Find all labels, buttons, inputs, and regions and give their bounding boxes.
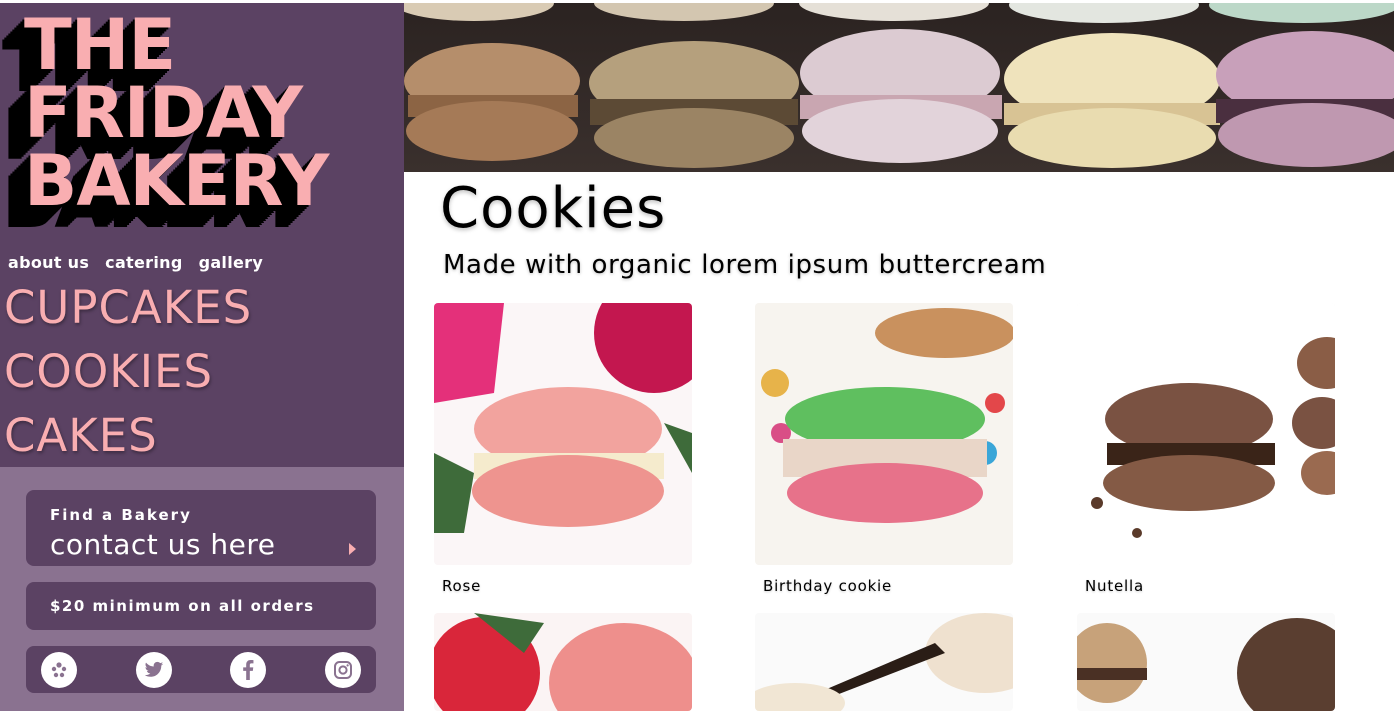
primary-nav: CUPCAKES COOKIES CAKES [4, 276, 252, 468]
nav-link-about-us[interactable]: about us [8, 253, 89, 272]
nav-link-cakes[interactable]: CAKES [4, 404, 252, 468]
social-links [26, 646, 376, 693]
product-image-birthday-cookie[interactable] [755, 303, 1013, 565]
product-name-rose[interactable]: Rose [442, 577, 481, 595]
product-name-nutella[interactable]: Nutella [1085, 577, 1144, 595]
logo-line-1: THE [24, 4, 176, 86]
product-card-nutella[interactable]: Nutella [1077, 303, 1335, 603]
product-image-rose[interactable] [434, 303, 692, 565]
nav-link-catering[interactable]: catering [105, 253, 182, 272]
logo-line-2: FRIDAY [24, 72, 303, 154]
product-card-chocolate[interactable] [1077, 613, 1335, 711]
instagram-icon[interactable] [325, 652, 361, 688]
nav-link-cupcakes[interactable]: CUPCAKES [4, 276, 252, 340]
arrow-right-icon [349, 543, 356, 555]
product-name-birthday-cookie[interactable]: Birthday cookie [763, 577, 892, 595]
product-card-birthday-cookie[interactable]: Birthday cookie [755, 303, 1013, 603]
nav-link-cookies[interactable]: COOKIES [4, 340, 252, 404]
twitter-icon[interactable] [136, 652, 172, 688]
page-subtitle: Made with organic lorem ipsum buttercrea… [443, 250, 1047, 280]
bakery-logo[interactable]: THE FRIDAY BAKERY [0, 4, 340, 254]
minimum-order-notice: $20 minimum on all orders [26, 582, 376, 630]
nav-link-gallery[interactable]: gallery [199, 253, 264, 272]
find-bakery-label: Find a Bakery [50, 506, 192, 524]
find-bakery-button[interactable]: Find a Bakery contact us here [26, 490, 376, 566]
facebook-icon[interactable] [230, 652, 266, 688]
product-card-rose[interactable]: Rose [434, 303, 692, 603]
logo-line-3: BAKERY [24, 140, 329, 222]
page-title: Cookies [440, 176, 667, 241]
product-image-vanilla[interactable] [755, 613, 1013, 711]
sidebar: THE FRIDAY BAKERY about us catering gall… [0, 0, 404, 711]
contact-us-link[interactable]: contact us here [50, 528, 276, 561]
yelp-icon[interactable] [41, 652, 77, 688]
product-card-vanilla[interactable] [755, 613, 1013, 711]
product-image-strawberry[interactable] [434, 613, 692, 711]
hero-banner-image [404, 3, 1394, 172]
secondary-nav: about us catering gallery [8, 253, 263, 272]
product-image-nutella[interactable] [1077, 303, 1335, 565]
product-image-chocolate[interactable] [1077, 613, 1335, 711]
product-card-strawberry[interactable] [434, 613, 692, 711]
minimum-order-text: $20 minimum on all orders [50, 597, 315, 615]
